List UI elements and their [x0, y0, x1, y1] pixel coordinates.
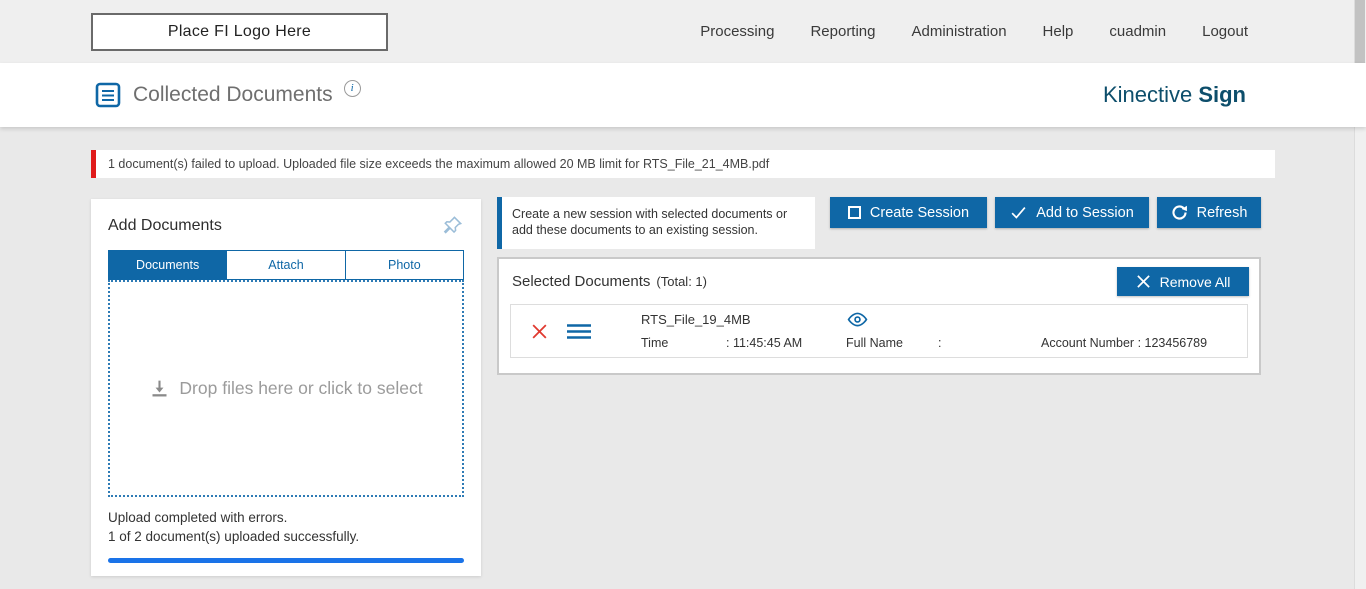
nav-help[interactable]: Help [1043, 23, 1074, 40]
fi-logo-placeholder: Place FI Logo Here [91, 13, 388, 51]
dropzone-label: Drop files here or click to select [179, 378, 422, 399]
page-header: Collected Documents i Kinective Sign [0, 63, 1366, 127]
selected-documents-total: (Total: 1) [656, 274, 707, 289]
document-fullname-field: Full Name: [846, 336, 1041, 350]
session-actions: Create Session Add to Session Refresh [830, 197, 1261, 228]
preview-eye-icon[interactable] [846, 312, 1041, 327]
create-session-label: Create Session [870, 205, 969, 221]
document-account-field: Account Number : 123456789 [1041, 336, 1237, 350]
session-instruction-text: Create a new session with selected docum… [512, 207, 787, 237]
selected-documents-title: Selected Documents [512, 273, 650, 290]
document-row: RTS_File_19_4MB Time: 11:45:45 AM Full N… [510, 304, 1248, 358]
refresh-button[interactable]: Refresh [1157, 197, 1261, 228]
download-icon [149, 378, 170, 399]
document-row-content: RTS_File_19_4MB Time: 11:45:45 AM Full N… [641, 312, 1237, 350]
add-documents-panel: Add Documents Documents Attach Photo Dro… [91, 199, 481, 576]
refresh-icon [1171, 204, 1188, 221]
document-time-field: Time: 11:45:45 AM [641, 336, 846, 350]
info-icon[interactable]: i [344, 80, 361, 97]
brand-suffix: Sign [1198, 82, 1246, 107]
scrollbar-thumb[interactable] [1355, 0, 1365, 72]
tab-photo[interactable]: Photo [345, 251, 463, 279]
upload-error-message: 1 document(s) failed to upload. Uploaded… [108, 157, 769, 171]
time-label: Time [641, 336, 726, 350]
add-to-session-label: Add to Session [1036, 205, 1134, 221]
remove-all-button[interactable]: Remove All [1117, 267, 1249, 296]
top-bar: Place FI Logo Here Processing Reporting … [0, 0, 1366, 63]
remove-all-x-icon [1136, 274, 1151, 289]
create-session-button[interactable]: Create Session [830, 197, 987, 228]
document-row-controls [521, 322, 641, 341]
pin-icon[interactable] [441, 214, 464, 237]
remove-all-label: Remove All [1160, 274, 1231, 290]
fullname-label: Full Name [846, 336, 938, 350]
document-filename: RTS_File_19_4MB [641, 312, 846, 327]
brand-name: Kinective [1103, 82, 1198, 107]
add-documents-tabs: Documents Attach Photo [108, 250, 464, 280]
create-session-icon [848, 206, 861, 219]
upload-error-alert: 1 document(s) failed to upload. Uploaded… [91, 150, 1275, 178]
add-documents-title: Add Documents [108, 217, 222, 235]
selected-documents-panel: Selected Documents (Total: 1) Remove All [497, 257, 1261, 375]
upload-progress-bar [108, 558, 464, 563]
remove-document-icon[interactable] [530, 322, 549, 341]
page-title: Collected Documents [133, 83, 333, 107]
nav-logout[interactable]: Logout [1202, 23, 1248, 40]
refresh-label: Refresh [1197, 205, 1248, 221]
tab-documents[interactable]: Documents [109, 251, 226, 279]
nav-user-cuadmin[interactable]: cuadmin [1109, 23, 1166, 40]
nav-reporting[interactable]: Reporting [810, 23, 875, 40]
time-value: : 11:45:45 AM [726, 336, 802, 350]
fullname-value: : [938, 336, 941, 350]
session-instruction-note: Create a new session with selected docum… [497, 197, 815, 249]
brand-logo: Kinective Sign [1103, 82, 1246, 108]
collected-documents-icon [95, 82, 121, 108]
drag-handle-icon[interactable] [566, 323, 592, 340]
file-dropzone[interactable]: Drop files here or click to select [108, 280, 464, 497]
upload-status-line2: 1 of 2 document(s) uploaded successfully… [108, 527, 464, 546]
nav-administration[interactable]: Administration [912, 23, 1007, 40]
add-documents-header: Add Documents [108, 214, 464, 237]
top-nav: Processing Reporting Administration Help… [700, 23, 1248, 40]
upload-status-line1: Upload completed with errors. [108, 508, 464, 527]
add-to-session-button[interactable]: Add to Session [995, 197, 1149, 228]
upload-status: Upload completed with errors. 1 of 2 doc… [108, 508, 464, 546]
tab-attach[interactable]: Attach [226, 251, 344, 279]
selected-documents-header: Selected Documents (Total: 1) Remove All [499, 259, 1259, 298]
check-icon [1010, 205, 1027, 220]
fi-logo-text: Place FI Logo Here [168, 23, 311, 41]
nav-processing[interactable]: Processing [700, 23, 774, 40]
